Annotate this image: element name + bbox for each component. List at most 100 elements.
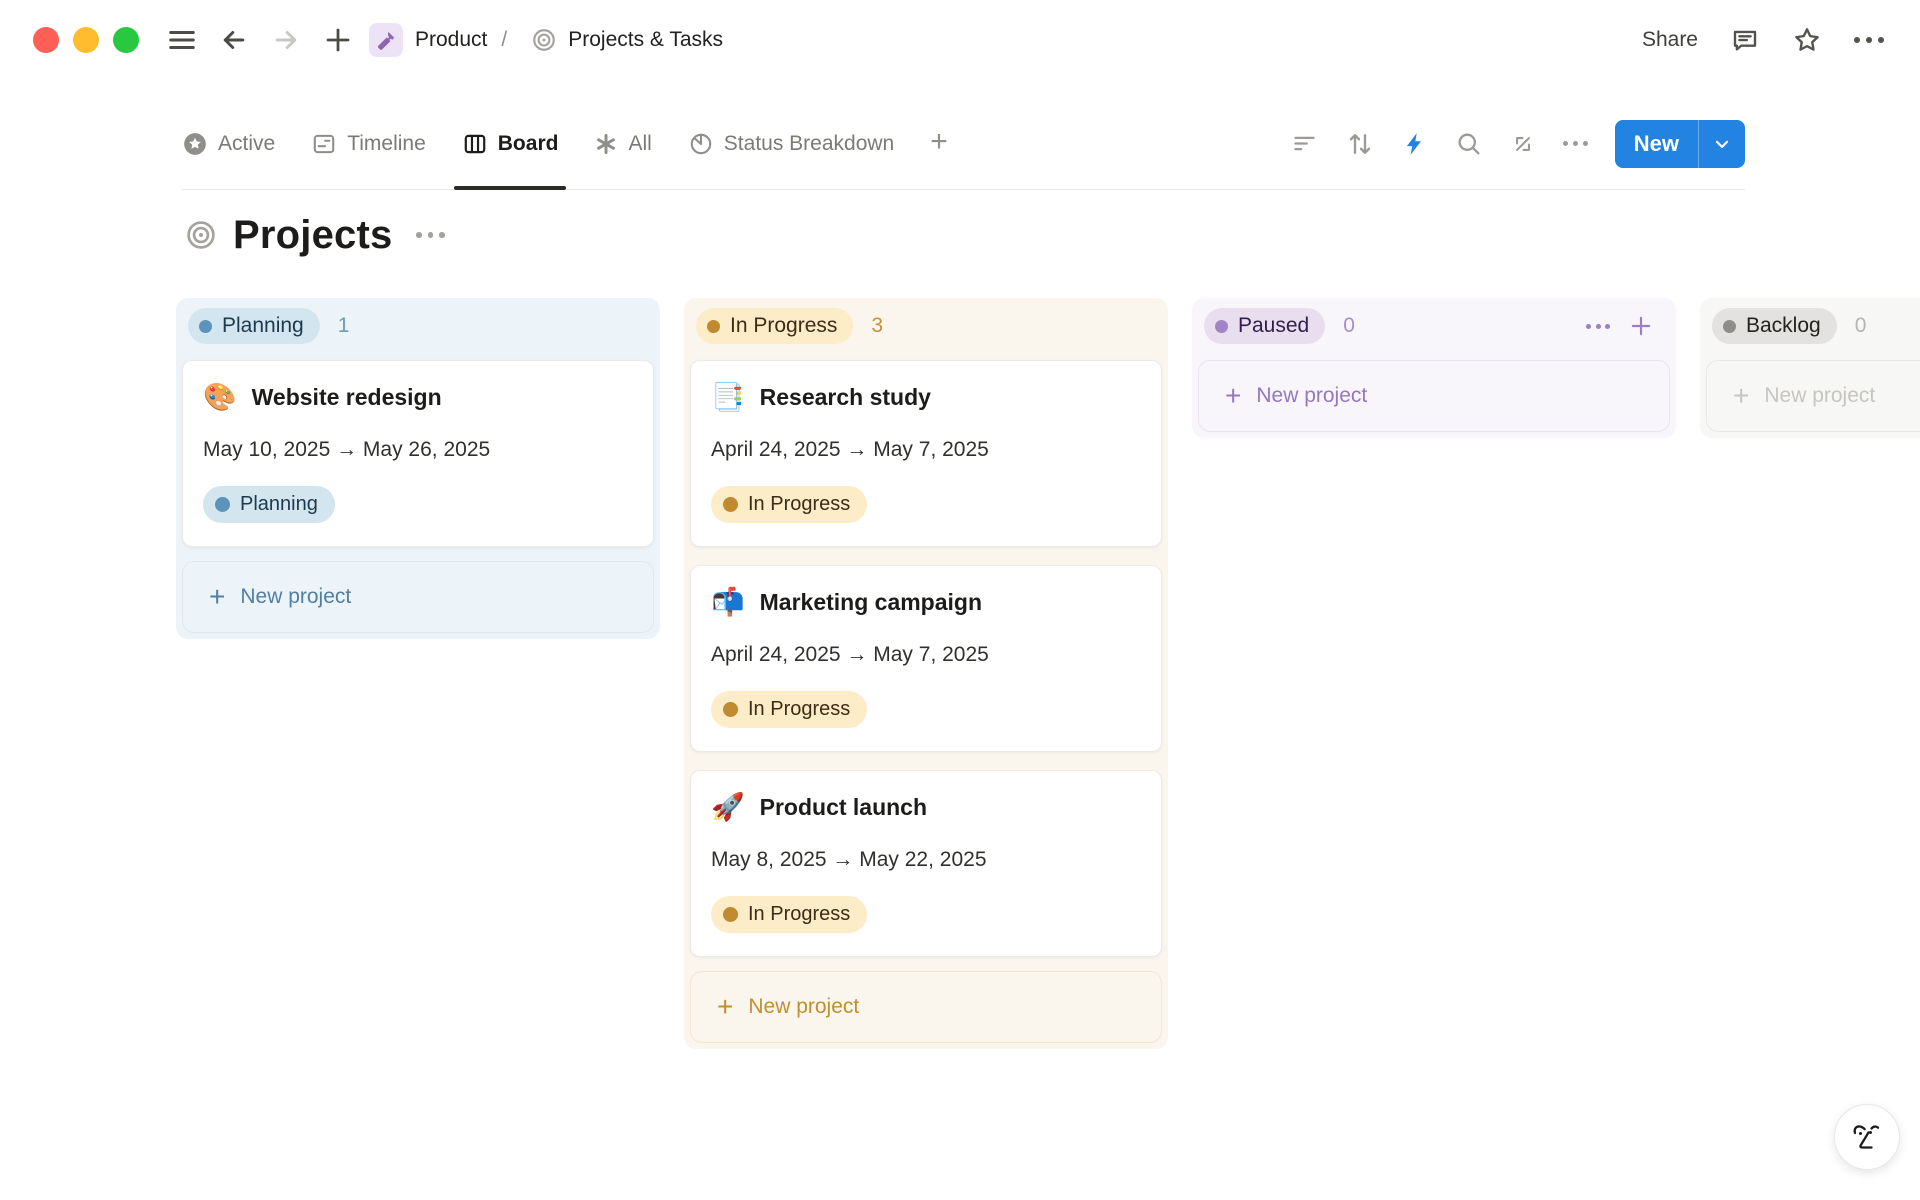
column-count: 0	[1855, 314, 1867, 338]
card-date-range: April 24, 2025 → May 7, 2025	[711, 438, 1141, 462]
card-emoji: 📬	[711, 587, 745, 617]
comments-icon[interactable]	[1730, 25, 1760, 55]
new-project-button[interactable]: + New project	[1706, 360, 1920, 432]
add-view-icon[interactable]: +	[930, 80, 948, 189]
card-status-pill: In Progress	[711, 691, 867, 728]
new-page-icon[interactable]	[323, 25, 353, 55]
new-project-button[interactable]: + New project	[1198, 360, 1670, 432]
page-title: Projects	[233, 213, 392, 258]
card-status-pill: Planning	[203, 486, 335, 523]
page-title-menu-icon[interactable]	[416, 232, 445, 238]
sidebar-toggle-icon[interactable]	[167, 25, 197, 55]
new-button-label[interactable]: New	[1615, 131, 1698, 157]
column-name: Backlog	[1746, 314, 1821, 338]
workspace-icon[interactable]	[369, 23, 403, 57]
board-icon	[462, 131, 488, 157]
column-status-pill[interactable]: Paused	[1204, 308, 1325, 344]
view-tabbar: Active Timeline Board All Status Breakdo…	[182, 80, 1745, 190]
card-status-pill: In Progress	[711, 486, 867, 523]
tab-all[interactable]: All	[594, 80, 651, 189]
card-emoji: 🚀	[711, 792, 745, 822]
column-in-progress: In Progress 3 📑 Research study April 24,…	[684, 298, 1168, 1049]
project-card[interactable]: 📬 Marketing campaign April 24, 2025 → Ma…	[690, 565, 1162, 752]
column-name: Planning	[222, 314, 304, 338]
tab-timeline[interactable]: Timeline	[311, 80, 426, 189]
column-count: 0	[1343, 314, 1355, 338]
close-window-button[interactable]	[33, 27, 59, 53]
plus-icon: +	[717, 993, 733, 1021]
forward-icon[interactable]	[271, 25, 301, 55]
new-project-label: New project	[240, 585, 351, 609]
project-card[interactable]: 📑 Research study April 24, 2025 → May 7,…	[690, 360, 1162, 547]
card-title: Website redesign	[252, 384, 442, 411]
plus-icon: +	[1225, 382, 1241, 410]
view-more-icon[interactable]	[1563, 141, 1588, 146]
column-count: 3	[871, 314, 883, 338]
automation-lightning-icon[interactable]	[1402, 131, 1428, 157]
back-icon[interactable]	[219, 25, 249, 55]
tab-status-breakdown[interactable]: Status Breakdown	[688, 80, 894, 189]
page-title-target-icon	[185, 219, 217, 251]
breadcrumb-page[interactable]: Projects & Tasks	[568, 28, 723, 52]
breadcrumb-workspace[interactable]: Product	[415, 28, 487, 52]
plus-icon: +	[209, 583, 225, 611]
notion-ai-face-button[interactable]	[1834, 1104, 1900, 1170]
column-add-icon[interactable]	[1628, 313, 1654, 339]
status-dot	[1215, 320, 1228, 333]
status-dot	[723, 702, 738, 717]
new-project-button[interactable]: + New project	[182, 561, 654, 633]
kanban-board: Planning 1 🎨 Website redesign May 10, 20…	[0, 298, 1920, 1049]
share-button[interactable]: Share	[1642, 28, 1698, 52]
column-more-icon[interactable]	[1586, 324, 1610, 329]
timeline-icon	[311, 131, 337, 157]
tab-label: Timeline	[347, 132, 426, 156]
window-titlebar: Product / Projects & Tasks Share	[0, 0, 1920, 80]
tab-label: Active	[218, 132, 275, 156]
new-project-button[interactable]: + New project	[690, 971, 1162, 1043]
new-project-label: New project	[1256, 384, 1367, 408]
breadcrumb-separator: /	[501, 28, 507, 52]
status-dot	[215, 497, 230, 512]
column-planning: Planning 1 🎨 Website redesign May 10, 20…	[176, 298, 660, 639]
card-date-range: May 8, 2025 → May 22, 2025	[711, 848, 1141, 872]
more-options-icon[interactable]	[1854, 37, 1884, 43]
expand-icon[interactable]	[1510, 131, 1536, 157]
project-card[interactable]: 🎨 Website redesign May 10, 2025 → May 26…	[182, 360, 654, 547]
tab-board[interactable]: Board	[462, 80, 559, 189]
column-status-pill[interactable]: Planning	[188, 308, 320, 344]
column-status-pill[interactable]: In Progress	[696, 308, 853, 344]
sort-icon[interactable]	[1345, 129, 1375, 159]
status-dot	[723, 497, 738, 512]
breadcrumb: Product / Projects & Tasks	[369, 23, 723, 57]
card-status-pill: In Progress	[711, 896, 867, 933]
tab-label: Status Breakdown	[724, 132, 894, 156]
tab-label: Board	[498, 132, 559, 156]
asterisk-icon	[594, 132, 618, 156]
status-dot	[723, 907, 738, 922]
column-paused: Paused 0 + New project	[1192, 298, 1676, 438]
minimize-window-button[interactable]	[73, 27, 99, 53]
new-button[interactable]: New	[1615, 120, 1745, 168]
new-project-label: New project	[1764, 384, 1875, 408]
card-date-range: April 24, 2025 → May 7, 2025	[711, 643, 1141, 667]
plus-icon: +	[1733, 382, 1749, 410]
pie-chart-icon	[688, 131, 714, 157]
tab-active[interactable]: Active	[182, 80, 275, 189]
card-status-label: In Progress	[748, 698, 850, 721]
card-status-label: Planning	[240, 493, 318, 516]
filter-icon[interactable]	[1291, 130, 1318, 157]
chevron-down-icon[interactable]	[1699, 134, 1745, 154]
favorite-star-icon[interactable]	[1792, 25, 1822, 55]
column-count: 1	[338, 314, 350, 338]
status-dot	[199, 320, 212, 333]
search-icon[interactable]	[1455, 130, 1483, 158]
column-status-pill[interactable]: Backlog	[1712, 308, 1837, 344]
column-name: Paused	[1238, 314, 1309, 338]
window-controls	[33, 27, 139, 53]
column-name: In Progress	[730, 314, 837, 338]
card-status-label: In Progress	[748, 903, 850, 926]
card-date-range: May 10, 2025 → May 26, 2025	[203, 438, 633, 462]
project-card[interactable]: 🚀 Product launch May 8, 2025 → May 22, 2…	[690, 770, 1162, 957]
target-icon	[531, 27, 557, 53]
zoom-window-button[interactable]	[113, 27, 139, 53]
